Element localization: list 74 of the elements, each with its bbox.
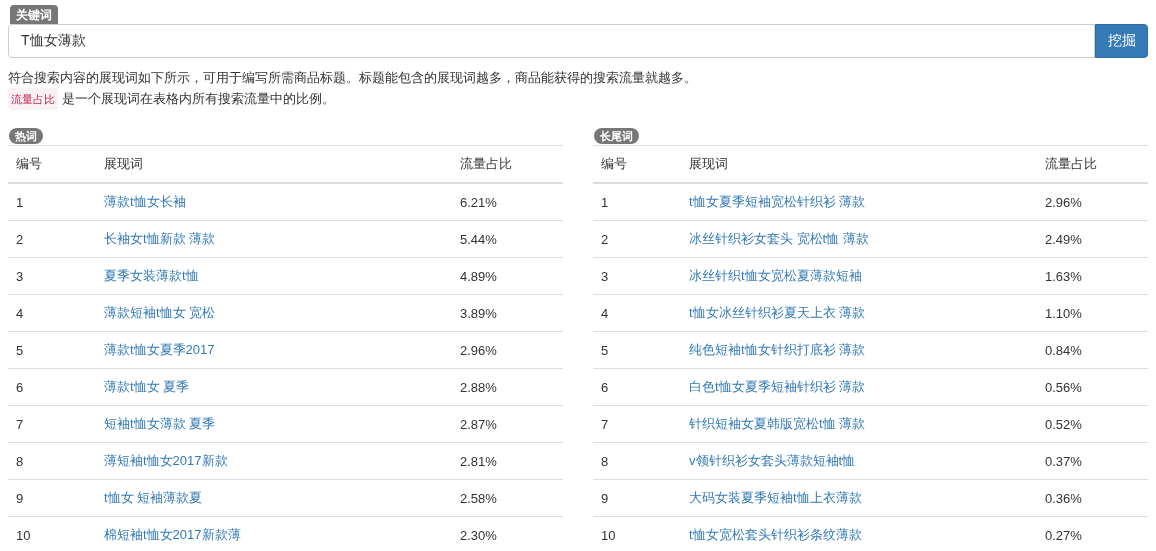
table-cell: 9 — [593, 479, 681, 517]
table-cell: 3 — [593, 257, 681, 295]
table-cell: 9 — [8, 479, 96, 517]
column-header: 展现词 — [96, 145, 452, 183]
table-cell: 2.96% — [452, 331, 563, 369]
table-cell: 5.44% — [452, 220, 563, 258]
table-cell: 0.37% — [1037, 442, 1148, 480]
table-cell: 0.84% — [1037, 331, 1148, 369]
table-cell: 2 — [593, 220, 681, 258]
mine-button[interactable]: 挖掘 — [1095, 24, 1148, 58]
intro-text: 符合搜索内容的展现词如下所示，可用于编写所需商品标题。标题能包含的展现词越多，商品能获得的搜索流量就越多。 — [8, 69, 698, 87]
table-cell: 4.89% — [452, 257, 563, 295]
table-cell: 4 — [593, 294, 681, 332]
table-cell: 6 — [593, 368, 681, 406]
table-cell: 7 — [593, 405, 681, 443]
table-cell: 1.63% — [1037, 257, 1148, 295]
keyword-link[interactable]: t恤女冰丝针织衫夏天上衣 薄款 — [689, 305, 866, 320]
keyword-link[interactable]: 大码女装夏季短袖t恤上衣薄款 — [689, 490, 862, 505]
keyword-link[interactable]: 针织短袖女夏韩版宽松t恤 薄款 — [689, 416, 866, 431]
table-cell: 2.58% — [452, 479, 563, 517]
column-header: 流量占比 — [452, 145, 563, 183]
table-cell: 0.56% — [1037, 368, 1148, 406]
keyword-link[interactable]: 白色t恤女夏季短袖针织衫 薄款 — [689, 379, 866, 394]
keyword-link[interactable]: 夏季女装薄款t恤 — [104, 268, 199, 283]
table-cell: 8 — [8, 442, 96, 480]
table-cell: 6.21% — [452, 183, 563, 221]
table-cell: 1 — [593, 183, 681, 221]
table-badge: 热词 — [9, 128, 43, 144]
keyword-link[interactable]: 薄短袖t恤女2017新款 — [104, 453, 228, 468]
table-cell: 5 — [593, 331, 681, 369]
table-cell: 2.49% — [1037, 220, 1148, 258]
keyword-link[interactable]: 短袖t恤女薄款 夏季 — [104, 416, 216, 431]
table-cell: 1 — [8, 183, 96, 221]
table-cell: 2 — [8, 220, 96, 258]
table-cell: 4 — [8, 294, 96, 332]
keyword-link[interactable]: 薄款t恤女长袖 — [104, 194, 186, 209]
keyword-link[interactable]: 冰丝针织衫女套头 宽松t恤 薄款 — [689, 231, 869, 246]
table-cell: 8 — [593, 442, 681, 480]
table-cell: 2.81% — [452, 442, 563, 480]
keyword-link[interactable]: t恤女夏季短袖宽松针织衫 薄款 — [689, 194, 866, 209]
keyword-link[interactable]: v领针织衫女套头薄款短袖t恤 — [689, 453, 856, 468]
table-cell: 0.52% — [1037, 405, 1148, 443]
column-header: 编号 — [8, 145, 96, 183]
table-badge: 长尾词 — [594, 128, 639, 144]
keyword-input[interactable]: T恤女薄款 — [8, 24, 1095, 58]
table-cell: 0.36% — [1037, 479, 1148, 517]
keyword-link[interactable]: 薄款短袖t恤女 宽松 — [104, 305, 216, 320]
note-text: 是一个展现词在表格内所有搜索流量中的比例。 — [62, 90, 335, 108]
keyword-label: 关键词 — [10, 5, 58, 24]
keyword-link[interactable]: 长袖女t恤新款 薄款 — [104, 231, 216, 246]
table-cell: 3 — [8, 257, 96, 295]
keyword-link[interactable]: 薄款t恤女 夏季 — [104, 379, 190, 394]
table-cell: 3.89% — [452, 294, 563, 332]
keyword-link[interactable]: t恤女 短袖薄款夏 — [104, 490, 203, 505]
column-header: 流量占比 — [1037, 145, 1148, 183]
keyword-link[interactable]: 冰丝针织t恤女宽松夏薄款短袖 — [689, 268, 862, 283]
table-cell: 2.88% — [452, 368, 563, 406]
keyword-link[interactable]: 棉短袖t恤女2017新款薄 — [104, 527, 241, 542]
table-cell: 1.10% — [1037, 294, 1148, 332]
keyword-link[interactable]: 薄款t恤女夏季2017 — [104, 342, 215, 357]
table-cell: 2.96% — [1037, 183, 1148, 221]
keyword-link[interactable]: 纯色短袖t恤女针织打底衫 薄款 — [689, 342, 866, 357]
column-header: 展现词 — [681, 145, 1037, 183]
table-cell: 6 — [8, 368, 96, 406]
keyword-link[interactable]: t恤女宽松套头针织衫条纹薄款 — [689, 527, 862, 542]
table-cell: 7 — [8, 405, 96, 443]
table-cell: 5 — [8, 331, 96, 369]
table-cell: 10 — [593, 516, 681, 551]
term-tag: 流量占比 — [8, 88, 58, 110]
table-cell: 0.27% — [1037, 516, 1148, 551]
table-cell: 2.30% — [452, 516, 563, 551]
table-cell: 10 — [8, 516, 96, 551]
table-cell: 2.87% — [452, 405, 563, 443]
column-header: 编号 — [593, 145, 681, 183]
